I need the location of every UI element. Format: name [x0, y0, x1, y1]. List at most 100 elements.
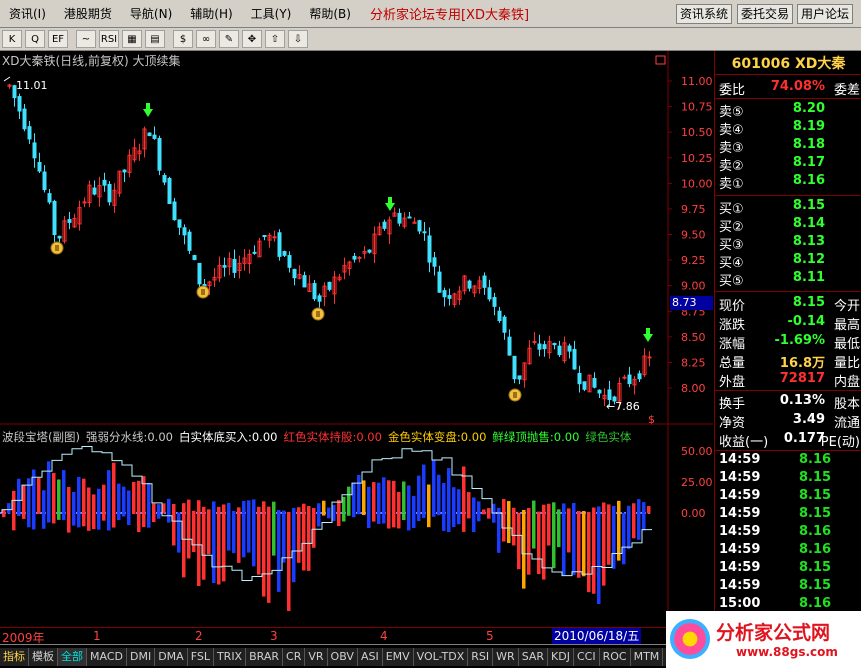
divider	[715, 195, 861, 196]
indicator-bar	[12, 490, 16, 531]
tab-emv[interactable]: EMV	[382, 647, 414, 666]
indicator-bar	[587, 511, 591, 593]
quote-label: 卖⑤	[719, 105, 744, 120]
kline-icon[interactable]: K	[2, 30, 22, 48]
menu-item-3[interactable]: 辅助(H)	[181, 3, 241, 25]
indicator-bar	[422, 464, 426, 519]
quote-value: 8.12	[792, 252, 825, 267]
indicator-bar	[52, 472, 56, 524]
candle-body	[102, 179, 107, 186]
tab-fsl[interactable]: FSL	[187, 647, 214, 666]
tab-mtm[interactable]: MTM	[630, 647, 664, 666]
indicator-bar	[2, 510, 6, 518]
indicator-bar	[597, 506, 601, 604]
quote-label: 卖④	[719, 123, 744, 138]
indicator-bar	[427, 484, 431, 528]
quote-value: 8.16	[792, 173, 825, 188]
tab-voltdx[interactable]: VOL-TDX	[413, 647, 469, 666]
indicator-bar	[617, 500, 621, 561]
candle-body	[167, 177, 172, 205]
sell-arrow-icon	[643, 328, 653, 342]
indicator-legend-4: 金色实体变盘:0.00	[387, 430, 487, 444]
indicator-legend-5: 鲜绿顶抛售:0.00	[492, 430, 580, 444]
candle-body	[637, 373, 642, 380]
trade-price: 8.15	[799, 470, 832, 485]
indicator-icon[interactable]: ▤	[145, 30, 165, 48]
candle-body	[42, 171, 47, 191]
indicator-bar	[92, 494, 96, 530]
indicator-legend-3: 红色实体持股:0.00	[283, 430, 382, 444]
tab-[interactable]: 全部	[58, 647, 87, 666]
quote-label: 卖①	[719, 177, 744, 192]
menu-button-1[interactable]: 委托交易	[737, 4, 794, 24]
tab-dmi[interactable]: DMI	[126, 647, 156, 666]
rsi-icon[interactable]: RSI	[99, 30, 119, 48]
indicator-bar	[137, 480, 141, 533]
indicator-bar	[567, 508, 571, 553]
move-icon[interactable]: ✥	[242, 30, 262, 48]
indicator-bar	[627, 505, 631, 550]
menu-button-2[interactable]: 用户论坛	[797, 4, 854, 24]
indicator-bar	[22, 485, 26, 519]
quote-label: 收益(一)	[719, 435, 769, 450]
menu-item-4[interactable]: 工具(Y)	[242, 3, 301, 25]
indicator-bar	[307, 506, 311, 571]
trade-row: 14:59 8.16	[719, 452, 860, 470]
indicator-bar	[312, 507, 316, 548]
logo-url: www.88gs.com	[736, 645, 838, 659]
trade-time: 15:00	[719, 596, 761, 611]
chart-area[interactable]: 11.00 10.75 10.50 10.25 10.00 9.75 9.50 9.25 9.0…	[0, 51, 713, 627]
candle-body	[572, 348, 577, 370]
tab-macd[interactable]: MACD	[87, 647, 127, 666]
indicator-tab-bar: 指标 模板 全部 MACD DMI DMA FSL TRIX BRAR CR VR OBV ASI EMV…	[0, 644, 726, 668]
tab-asi[interactable]: ASI	[357, 647, 383, 666]
f10-icon[interactable]: EF	[48, 30, 68, 48]
indicator-bar	[292, 507, 296, 583]
link-icon[interactable]: ∞	[196, 30, 216, 48]
kline-chart[interactable]: 11.00 10.75 10.50 10.25 10.00 9.75 9.50 9.25 9.0…	[0, 51, 713, 627]
money-bag-mark	[55, 245, 59, 251]
tab-roc[interactable]: ROC	[599, 647, 631, 666]
zoom-icon[interactable]: Q	[25, 30, 45, 48]
tab-cci[interactable]: CCI	[573, 647, 600, 666]
tab-dma[interactable]: DMA	[155, 647, 188, 666]
tab-vr[interactable]: VR	[305, 647, 328, 666]
indicator-bar	[72, 491, 76, 526]
trend-icon[interactable]: ~	[76, 30, 96, 48]
high-pointer-icon	[3, 76, 11, 82]
menu-button-0[interactable]: 资讯系统	[676, 4, 733, 24]
candle-body	[592, 377, 597, 388]
tab-sar[interactable]: SAR	[518, 647, 549, 666]
arrow-up-icon[interactable]: ⇧	[265, 30, 285, 48]
menu-item-1[interactable]: 港股期货	[55, 3, 121, 25]
tab-trix[interactable]: TRIX	[213, 647, 247, 666]
indicator-bar	[392, 480, 396, 528]
arrow-down-icon[interactable]: ⇩	[288, 30, 308, 48]
menu-item-5[interactable]: 帮助(B)	[300, 3, 360, 25]
tab-[interactable]: 指标	[0, 647, 29, 666]
tab-cr[interactable]: CR	[283, 647, 306, 666]
tab-obv[interactable]: OBV	[327, 647, 358, 666]
quote-label: 买①	[719, 202, 744, 217]
candle-body	[147, 132, 152, 137]
tab-brar[interactable]: BRAR	[246, 647, 284, 666]
candle-body	[487, 287, 492, 300]
menu-item-2[interactable]: 导航(N)	[121, 3, 181, 25]
quote-label: 买②	[719, 220, 744, 235]
tab-[interactable]: 模板	[29, 647, 58, 666]
quote-value: 72817	[779, 371, 825, 386]
money-icon[interactable]: $	[173, 30, 193, 48]
menu-item-0[interactable]: 资讯(I)	[0, 3, 55, 25]
logo-title: 分析家公式网	[716, 622, 831, 644]
indicator-bar	[87, 487, 91, 531]
tab-rsi[interactable]: RSI	[468, 647, 494, 666]
indicator-bar	[277, 510, 281, 592]
candle-body	[82, 201, 87, 204]
tab-kdj[interactable]: KDJ	[548, 647, 574, 666]
quote-label: 涨幅	[719, 337, 746, 352]
draw-icon[interactable]: ✎	[219, 30, 239, 48]
tab-wr[interactable]: WR	[493, 647, 519, 666]
trade-price: 8.15	[799, 488, 832, 503]
grid-icon[interactable]: ▦	[122, 30, 142, 48]
candle-body	[622, 376, 627, 379]
